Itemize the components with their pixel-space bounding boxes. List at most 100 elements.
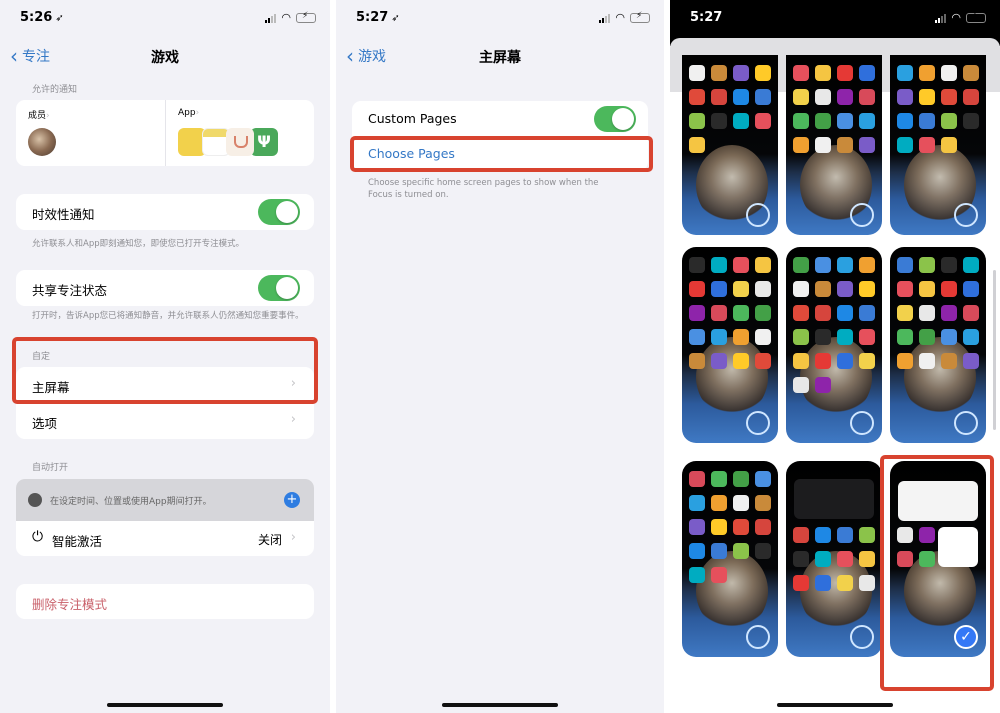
app-icon bbox=[793, 281, 809, 297]
allowed-notifications-card: 成员› App› Ψ bbox=[16, 100, 314, 166]
app-icon bbox=[897, 329, 913, 345]
app-icon bbox=[711, 305, 727, 321]
apps-label: App bbox=[178, 108, 196, 118]
selection-circle-icon[interactable] bbox=[746, 203, 770, 227]
app-icon bbox=[711, 543, 727, 559]
app-icon bbox=[733, 471, 749, 487]
app-icon bbox=[837, 65, 853, 81]
app-icon bbox=[941, 257, 957, 273]
time-sensitive-toggle[interactable] bbox=[258, 199, 300, 225]
selection-circle-icon[interactable] bbox=[850, 411, 874, 435]
add-icon[interactable]: + bbox=[284, 492, 300, 508]
selection-circle-icon[interactable] bbox=[850, 203, 874, 227]
app-icon bbox=[793, 353, 809, 369]
app-icon bbox=[689, 567, 705, 583]
home-screen-label: 主屏幕 bbox=[32, 380, 70, 395]
checkmark-selected-icon[interactable]: ✓ bbox=[954, 625, 978, 649]
home-screen-row[interactable]: 主屏幕 › bbox=[16, 367, 314, 403]
app-icon bbox=[689, 543, 705, 559]
app-icon bbox=[859, 257, 875, 273]
app-icon bbox=[755, 329, 771, 345]
app-icon bbox=[689, 257, 705, 273]
status-bar: 5:27 ◠ ⚡ bbox=[670, 10, 1000, 30]
app-icon bbox=[733, 305, 749, 321]
location-arrow-icon: ➶ bbox=[55, 13, 64, 24]
app-icon bbox=[837, 257, 853, 273]
app-icon bbox=[793, 377, 809, 393]
app-icon bbox=[919, 551, 935, 567]
app-icon bbox=[919, 257, 935, 273]
auto-on-header: 自动打开 bbox=[32, 463, 69, 473]
options-row[interactable]: 选项 › bbox=[16, 403, 314, 439]
contact-avatar bbox=[28, 128, 56, 156]
choose-pages-button[interactable]: Choose Pages bbox=[352, 136, 648, 171]
app-icon bbox=[689, 353, 705, 369]
app-icon bbox=[859, 281, 875, 297]
delete-focus-button[interactable]: 删除专注模式 bbox=[16, 584, 314, 619]
app-icon bbox=[689, 137, 705, 153]
home-page-thumbnail[interactable] bbox=[786, 247, 882, 443]
home-page-thumbnail[interactable] bbox=[682, 461, 778, 657]
app-icon bbox=[793, 65, 809, 81]
app-icon bbox=[897, 113, 913, 129]
app-icon bbox=[859, 137, 875, 153]
app-icon bbox=[941, 89, 957, 105]
app-icon bbox=[963, 257, 979, 273]
wifi-icon: ◠ bbox=[951, 11, 961, 24]
app-icon bbox=[755, 89, 771, 105]
app-icon bbox=[733, 281, 749, 297]
share-status-toggle[interactable] bbox=[258, 275, 300, 301]
app-icon bbox=[963, 329, 979, 345]
add-schedule-row[interactable]: 在设定时间、位置或使用App期间打开。 + bbox=[16, 479, 314, 521]
app-icon bbox=[793, 527, 809, 543]
scrollbar[interactable] bbox=[993, 270, 996, 430]
app-icon bbox=[689, 65, 705, 81]
app-icon bbox=[963, 113, 979, 129]
home-page-thumbnail[interactable] bbox=[786, 55, 882, 235]
home-page-thumbnail[interactable] bbox=[890, 55, 986, 235]
selection-circle-icon[interactable] bbox=[850, 625, 874, 649]
home-page-thumbnail[interactable] bbox=[890, 247, 986, 443]
status-time: 5:26 ➶ bbox=[20, 10, 64, 25]
home-page-thumbnail[interactable] bbox=[786, 461, 882, 657]
smart-activation-value: 关闭 bbox=[257, 533, 282, 547]
allowed-apps[interactable]: App› Ψ bbox=[165, 100, 314, 166]
app-icon bbox=[919, 113, 935, 129]
app-icon bbox=[815, 89, 831, 105]
app-icon bbox=[897, 353, 913, 369]
selection-circle-icon[interactable] bbox=[954, 203, 978, 227]
page-title: 主屏幕 bbox=[479, 50, 521, 66]
app-icon bbox=[793, 113, 809, 129]
app-icon bbox=[837, 527, 853, 543]
app-icon bbox=[963, 353, 979, 369]
selection-circle-icon[interactable] bbox=[746, 625, 770, 649]
app-icon bbox=[859, 527, 875, 543]
app-icon bbox=[755, 305, 771, 321]
battery-charging-icon: ⚡ bbox=[630, 11, 650, 23]
app-icon bbox=[733, 329, 749, 345]
allowed-people[interactable]: 成员› bbox=[16, 100, 165, 166]
app-icon bbox=[897, 137, 913, 153]
smart-activation-row[interactable]: ⏻ 智能激活 关闭 › bbox=[16, 521, 314, 556]
app-icon-grid bbox=[793, 65, 875, 153]
app-icon bbox=[733, 89, 749, 105]
customize-header: 自定 bbox=[32, 352, 51, 362]
custom-pages-toggle[interactable] bbox=[594, 106, 636, 132]
app-icon bbox=[689, 305, 705, 321]
app-icon bbox=[941, 329, 957, 345]
app-icon bbox=[733, 113, 749, 129]
chevron-right-icon: › bbox=[290, 530, 296, 545]
selection-circle-icon[interactable] bbox=[746, 411, 770, 435]
selection-circle-icon[interactable] bbox=[954, 411, 978, 435]
home-page-thumbnail[interactable] bbox=[682, 247, 778, 443]
app-icon bbox=[859, 329, 875, 345]
page-title: 游戏 bbox=[151, 50, 179, 66]
app-icon bbox=[919, 305, 935, 321]
app-icon bbox=[711, 89, 727, 105]
app-icon bbox=[815, 65, 831, 81]
home-indicator bbox=[107, 703, 223, 707]
app-icon: Ψ bbox=[250, 128, 278, 156]
app-icon bbox=[919, 353, 935, 369]
home-page-thumbnail[interactable] bbox=[682, 55, 778, 235]
home-page-thumbnail[interactable]: ✓ bbox=[890, 461, 986, 657]
